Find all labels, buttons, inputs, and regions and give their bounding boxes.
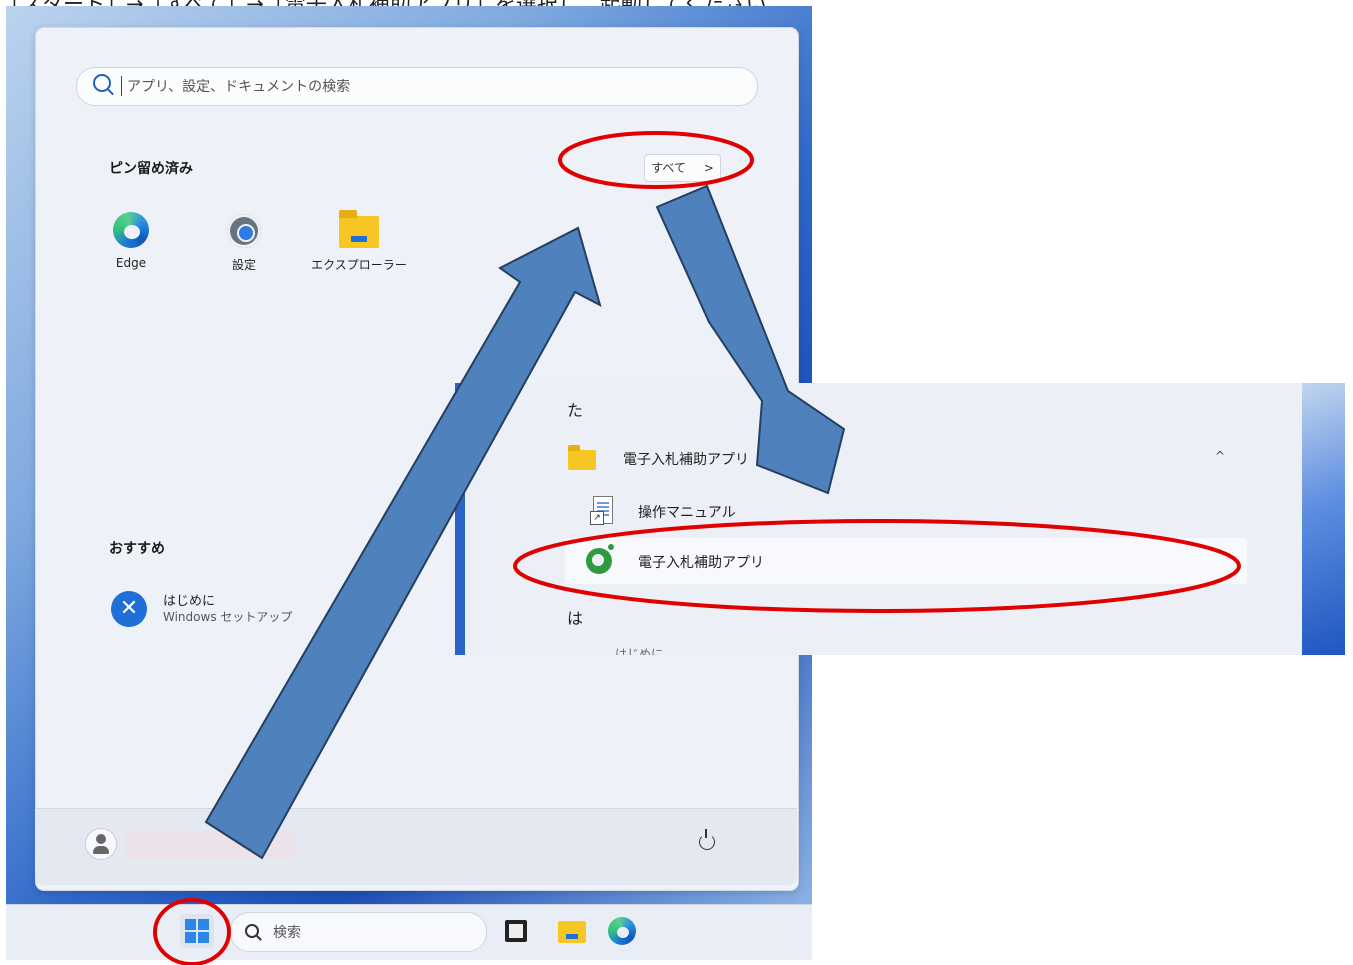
- folder-icon: [568, 445, 596, 470]
- pinned-app-edge[interactable]: Edge: [76, 206, 186, 276]
- edge-taskbar-icon[interactable]: [608, 917, 636, 945]
- ebid-app-icon: [586, 544, 614, 574]
- list-item-manual[interactable]: 操作マニュアル: [565, 488, 1247, 532]
- start-menu-footer: [35, 808, 797, 885]
- recommended-item-subtitle: Windows セットアップ: [163, 610, 293, 624]
- all-apps-list: た 電子入札補助アプリ ^ 操作マニュアル 電子入札補助アプリ は はじめに: [465, 383, 1302, 655]
- pinned-app-explorer[interactable]: エクスプローラー: [304, 206, 414, 276]
- recommended-item-title: はじめに: [163, 594, 216, 609]
- pinned-app-settings[interactable]: 設定: [189, 206, 299, 276]
- pinned-app-label: 設定: [231, 258, 256, 272]
- folder-icon: [339, 210, 379, 248]
- power-icon[interactable]: [699, 829, 715, 850]
- taskbar-search-box[interactable]: 検索: [230, 912, 487, 952]
- pinned-app-label: Edge: [115, 256, 147, 270]
- edge-icon: [113, 212, 149, 248]
- recommended-item-get-started[interactable]: はじめに Windows セットアップ: [104, 584, 344, 632]
- user-avatar[interactable]: [85, 828, 117, 860]
- task-view-icon[interactable]: [505, 920, 527, 942]
- search-placeholder: アプリ、設定、ドキュメントの検索: [127, 79, 351, 95]
- recommended-title: おすすめ: [109, 541, 165, 557]
- search-icon: [93, 74, 111, 92]
- start-search-input[interactable]: アプリ、設定、ドキュメントの検索: [76, 67, 758, 106]
- all-apps-button[interactable]: すべて >: [644, 154, 721, 182]
- search-icon: [245, 924, 259, 938]
- taskbar-search-text: 検索: [273, 925, 301, 941]
- gear-icon: [224, 211, 264, 251]
- all-apps-screenshot: た 電子入札補助アプリ ^ 操作マニュアル 電子入札補助アプリ は はじめに: [455, 383, 1345, 655]
- file-explorer-taskbar-icon[interactable]: [558, 921, 586, 943]
- get-started-icon: [111, 591, 147, 627]
- folder-row-ebid-app[interactable]: 電子入札補助アプリ ^: [555, 435, 1255, 479]
- folder-label: 電子入札補助アプリ: [623, 452, 749, 468]
- user-name-redacted[interactable]: [125, 831, 295, 859]
- chevron-up-icon: ^: [1215, 449, 1226, 463]
- pinned-title: ピン留め済み: [109, 161, 193, 177]
- chevron-right-icon: >: [703, 161, 714, 175]
- section-header-ta: た: [567, 401, 584, 420]
- all-apps-label: すべて: [651, 161, 686, 175]
- pinned-app-label: エクスプローラー: [311, 258, 407, 272]
- section-header-ha: は: [567, 609, 584, 628]
- desktop-wallpaper: [1302, 383, 1345, 655]
- document-shortcut-icon: [590, 496, 613, 525]
- list-item-label: 操作マニュアル: [638, 505, 736, 521]
- text-caret: [121, 76, 122, 96]
- windows-logo-icon: [185, 919, 209, 943]
- list-item-label: 電子入札補助アプリ: [638, 555, 764, 571]
- cutoff-list-item: はじめに: [615, 647, 664, 655]
- list-item-ebid-app[interactable]: 電子入札補助アプリ: [565, 538, 1247, 584]
